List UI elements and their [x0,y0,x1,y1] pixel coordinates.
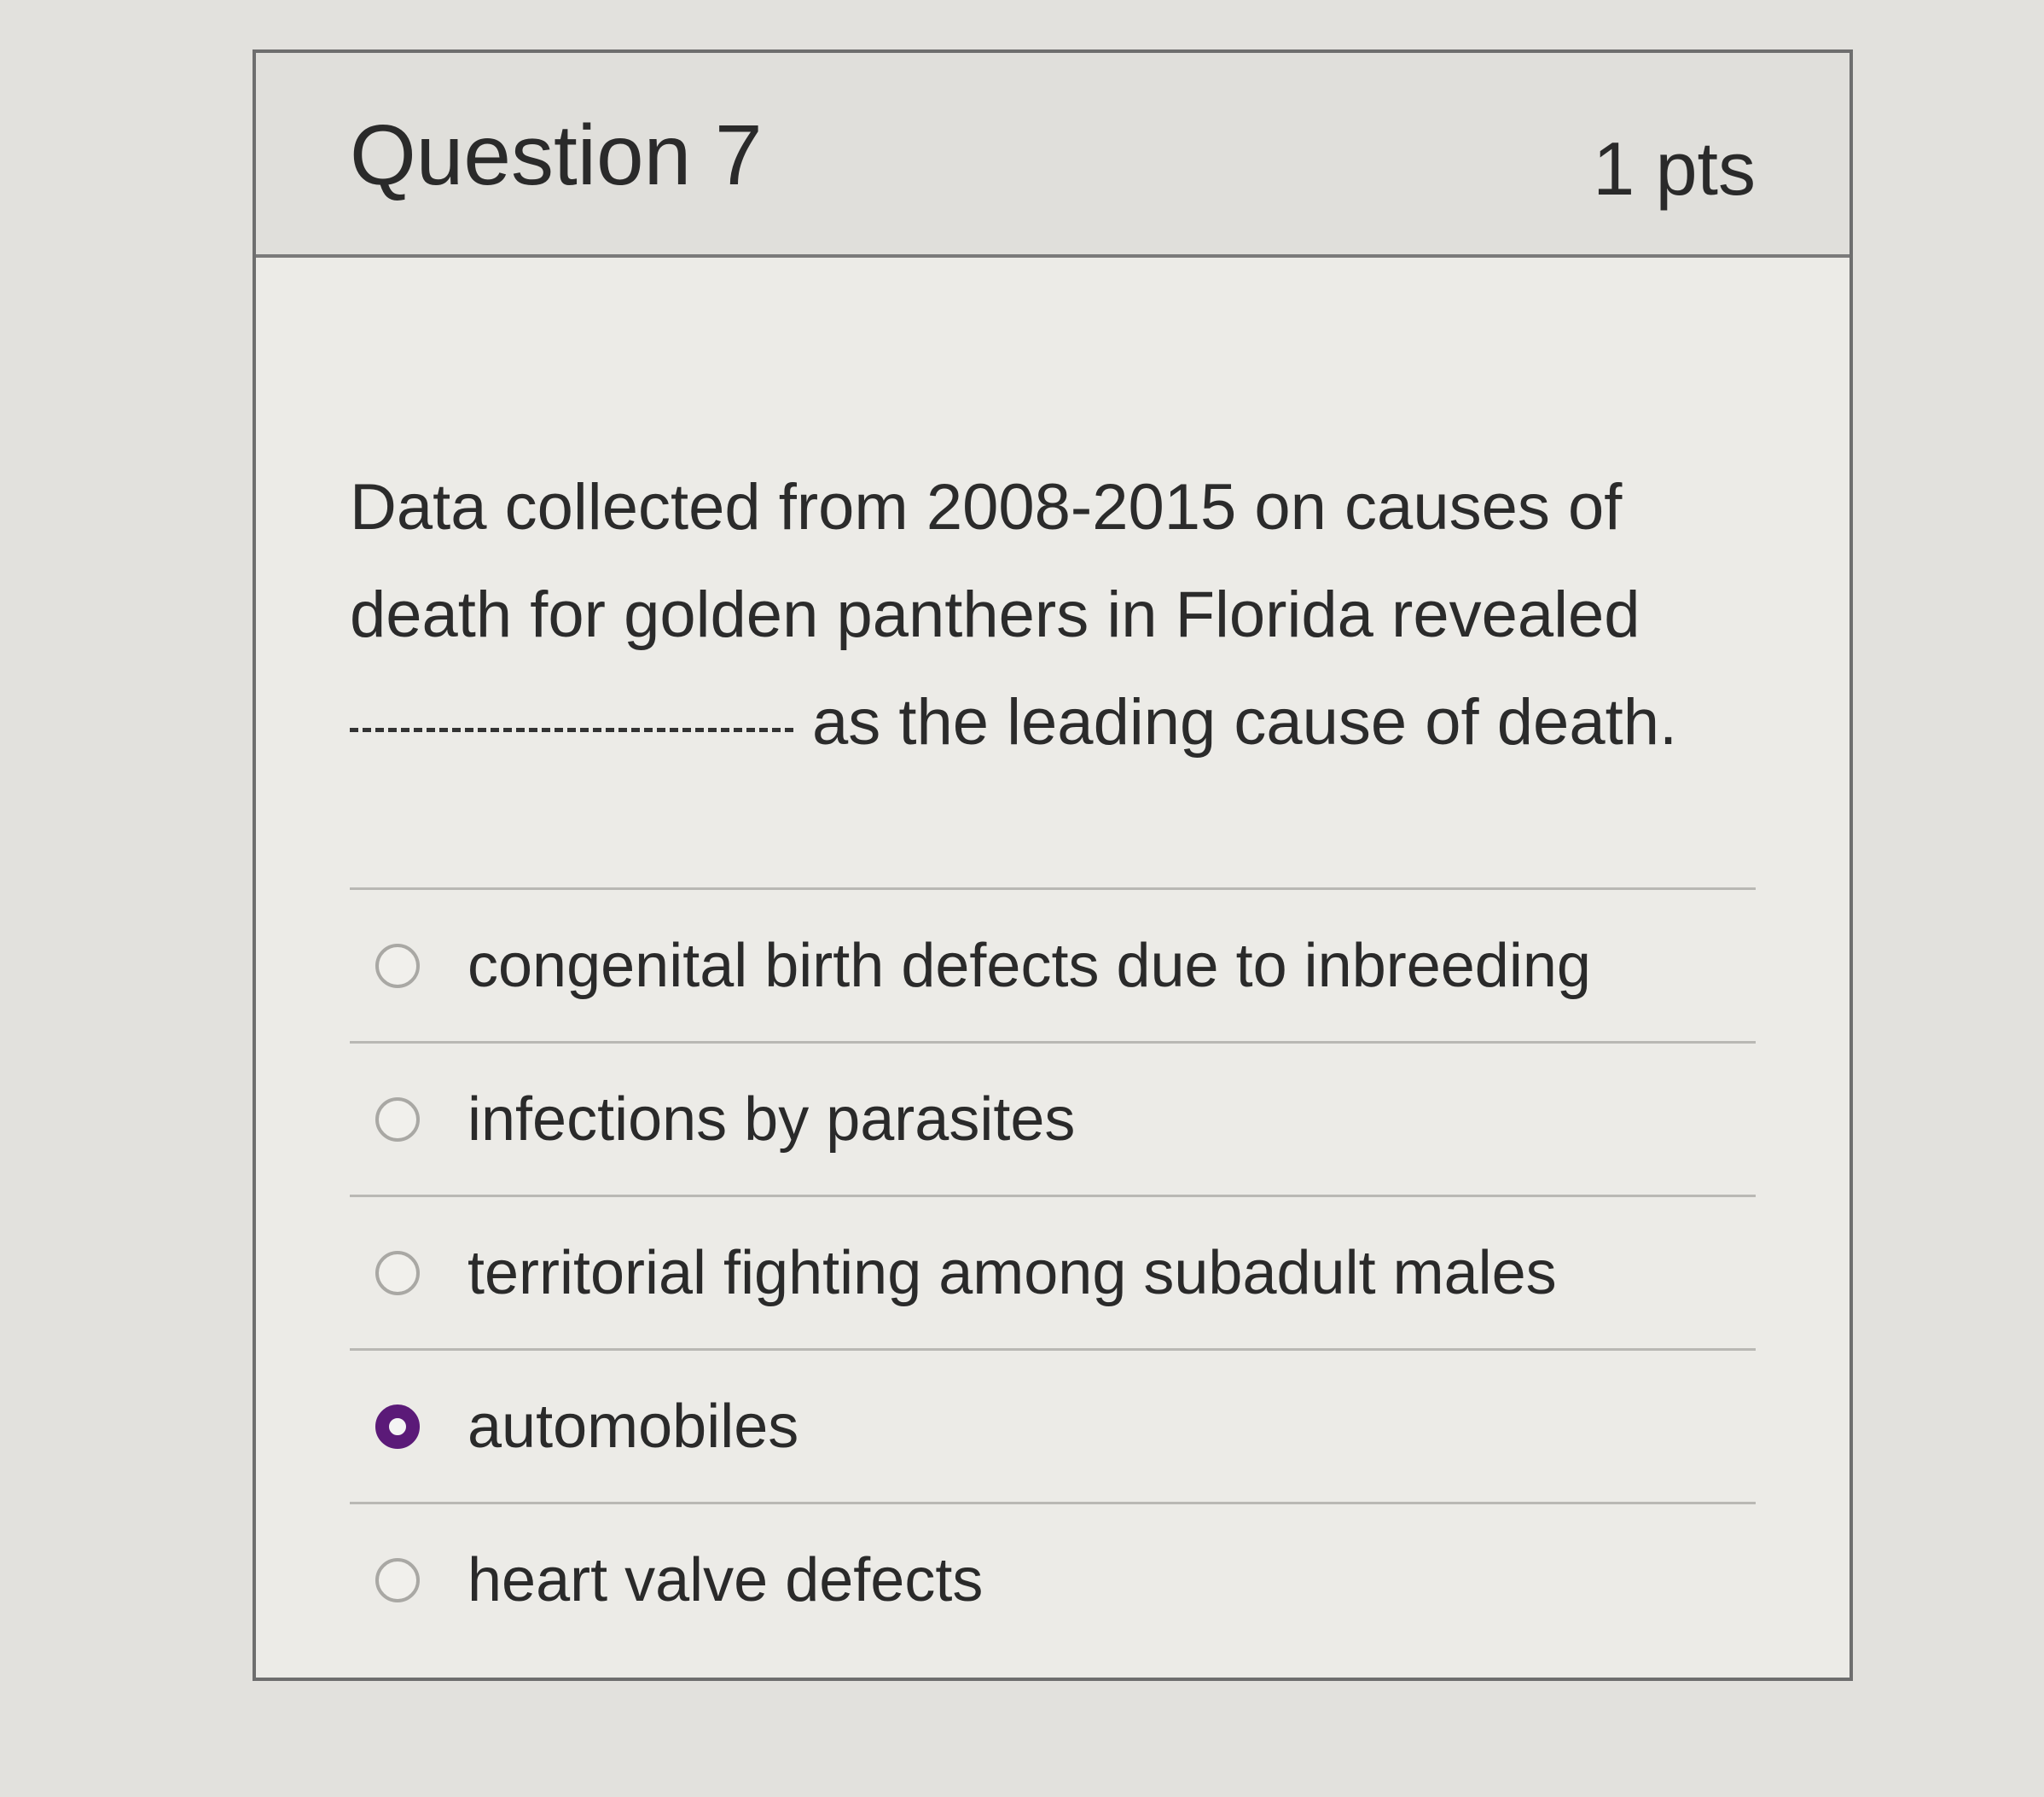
answer-option[interactable]: heart valve defects [350,1502,1756,1655]
answer-option-selected[interactable]: automobiles [350,1348,1756,1502]
answer-option[interactable]: congenital birth defects due to inbreedi… [350,887,1756,1041]
question-points: 1 pts [1593,126,1756,211]
answer-label: territorial fighting among subadult male… [467,1238,1557,1307]
radio-button[interactable] [375,943,420,988]
answer-label: congenital birth defects due to inbreedi… [467,931,1591,1000]
question-text-before-blank: Data collected from 2008-2015 on causes … [350,471,1640,651]
radio-button[interactable] [375,1250,420,1295]
question-card: Question 7 1 pts Data collected from 200… [253,49,1853,1681]
answer-label: infections by parasites [467,1085,1076,1154]
radio-button[interactable] [375,1557,420,1602]
question-body: Data collected from 2008-2015 on causes … [256,258,1849,1655]
question-text-after-blank: as the leading cause of death. [812,686,1678,759]
answer-option[interactable]: infections by parasites [350,1041,1756,1195]
question-header: Question 7 1 pts [256,53,1849,258]
answer-option[interactable]: territorial fighting among subadult male… [350,1195,1756,1348]
answer-label: automobiles [467,1392,799,1461]
question-text: Data collected from 2008-2015 on causes … [350,258,1757,776]
answer-list: congenital birth defects due to inbreedi… [350,887,1756,1655]
radio-button-selected[interactable] [375,1404,420,1449]
radio-button[interactable] [375,1096,420,1142]
fill-in-blank [350,728,793,732]
question-title: Question 7 [350,108,763,203]
answer-label: heart valve defects [467,1545,984,1614]
